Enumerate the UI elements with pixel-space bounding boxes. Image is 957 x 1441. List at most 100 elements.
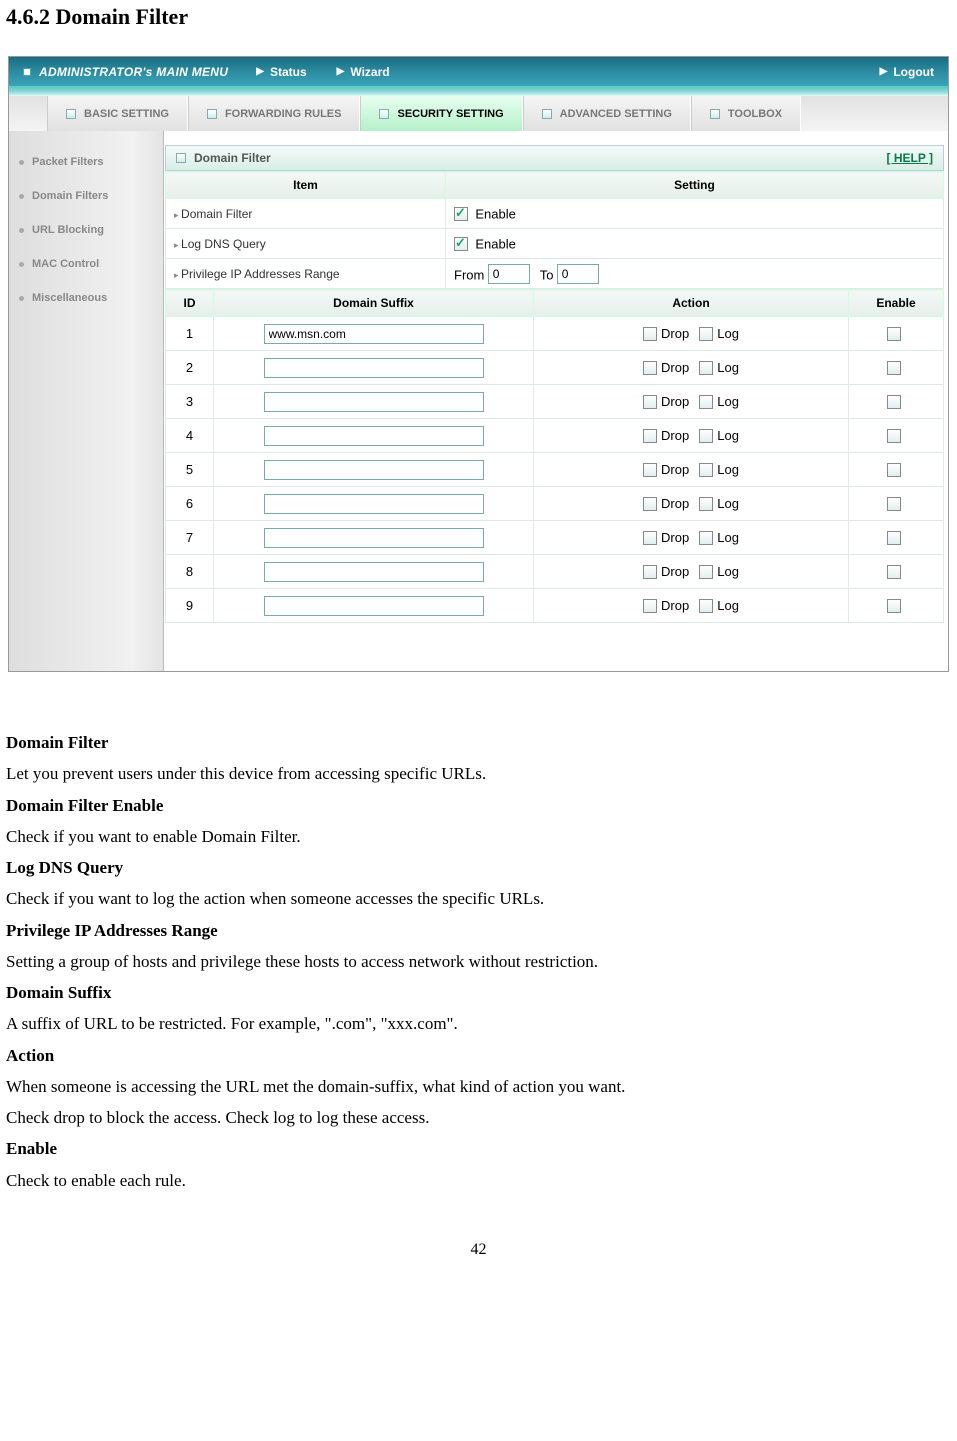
col-setting-header: Setting: [446, 172, 944, 199]
rule-enable-checkbox[interactable]: [887, 327, 901, 341]
tab-bullet-icon: [710, 109, 720, 119]
drop-label: Drop: [661, 327, 689, 342]
help-link[interactable]: [ HELP ]: [887, 151, 933, 165]
rule-enable-checkbox[interactable]: [887, 531, 901, 545]
tab-bullet-icon: [66, 109, 76, 119]
rule-id: 3: [166, 385, 214, 419]
doc-term: Domain Filter Enable: [6, 795, 949, 816]
log-dns-enable-checkbox[interactable]: [454, 237, 468, 251]
rule-enable-checkbox[interactable]: [887, 429, 901, 443]
rule-id: 2: [166, 351, 214, 385]
rule-enable-checkbox[interactable]: [887, 565, 901, 579]
log-label: Log: [717, 463, 739, 478]
domain-suffix-input[interactable]: [264, 358, 484, 378]
domain-suffix-input[interactable]: [264, 426, 484, 446]
sidebar: Packet FiltersDomain FiltersURL Blocking…: [9, 131, 164, 671]
drop-label: Drop: [661, 531, 689, 546]
sidebar-item-domain-filters[interactable]: Domain Filters: [9, 179, 163, 213]
log-checkbox[interactable]: [699, 531, 713, 545]
drop-label: Drop: [661, 361, 689, 376]
rule-row: 7DropLog: [166, 521, 944, 555]
domain-suffix-input[interactable]: [264, 460, 484, 480]
gradient-divider: [9, 86, 948, 96]
rule-enable-checkbox[interactable]: [887, 599, 901, 613]
log-checkbox[interactable]: [699, 497, 713, 511]
log-checkbox[interactable]: [699, 599, 713, 613]
rule-enable-checkbox[interactable]: [887, 395, 901, 409]
col-item-header: Item: [166, 172, 446, 199]
rule-id: 5: [166, 453, 214, 487]
rule-enable-checkbox[interactable]: [887, 463, 901, 477]
tab-bullet-icon: [379, 109, 389, 119]
enable-label: Enable: [475, 206, 515, 221]
dot-icon: [19, 262, 24, 267]
dot-icon: [19, 228, 24, 233]
doc-term: Enable: [6, 1138, 949, 1159]
domain-suffix-input[interactable]: [264, 562, 484, 582]
tab-advanced-setting[interactable]: ADVANCED SETTING: [523, 96, 691, 131]
row-label-domain-filter: Domain Filter: [174, 207, 252, 221]
log-label: Log: [717, 531, 739, 546]
drop-checkbox[interactable]: [643, 327, 657, 341]
triangle-icon: ▶: [256, 66, 264, 77]
enable-label: Enable: [475, 236, 515, 251]
priv-range-to-input[interactable]: [557, 264, 599, 284]
drop-checkbox[interactable]: [643, 599, 657, 613]
domain-suffix-input[interactable]: [264, 324, 484, 344]
main-menu-label[interactable]: ADMINISTRATOR's MAIN MENU: [39, 65, 228, 79]
priv-range-from-input[interactable]: [488, 264, 530, 284]
log-checkbox[interactable]: [699, 361, 713, 375]
domain-suffix-input[interactable]: [264, 528, 484, 548]
doc-text: A suffix of URL to be restricted. For ex…: [6, 1013, 949, 1034]
tab-basic-setting[interactable]: BASIC SETTING: [47, 96, 188, 131]
doc-text: Check to enable each rule.: [6, 1170, 949, 1191]
drop-checkbox[interactable]: [643, 531, 657, 545]
sidebar-item-mac-control[interactable]: MAC Control: [9, 247, 163, 281]
drop-label: Drop: [661, 599, 689, 614]
sidebar-item-packet-filters[interactable]: Packet Filters: [9, 145, 163, 179]
rule-id: 8: [166, 555, 214, 589]
domain-suffix-input[interactable]: [264, 596, 484, 616]
nav-logout[interactable]: Logout: [893, 65, 934, 79]
rule-enable-checkbox[interactable]: [887, 497, 901, 511]
drop-checkbox[interactable]: [643, 463, 657, 477]
sidebar-item-url-blocking[interactable]: URL Blocking: [9, 213, 163, 247]
drop-checkbox[interactable]: [643, 565, 657, 579]
domain-suffix-input[interactable]: [264, 494, 484, 514]
log-label: Log: [717, 429, 739, 444]
dot-icon: [19, 296, 24, 301]
rule-row: 2 Drop Log: [166, 351, 944, 385]
row-label-priv-range: Privilege IP Addresses Range: [174, 267, 340, 281]
log-checkbox[interactable]: [699, 429, 713, 443]
log-checkbox[interactable]: [699, 565, 713, 579]
rule-row: 8DropLog: [166, 555, 944, 589]
tab-toolbox[interactable]: TOOLBOX: [691, 96, 801, 131]
drop-checkbox[interactable]: [643, 497, 657, 511]
domain-suffix-input[interactable]: [264, 392, 484, 412]
rule-id: 6: [166, 487, 214, 521]
sidebar-item-miscellaneous[interactable]: Miscellaneous: [9, 281, 163, 315]
tab-label: FORWARDING RULES: [225, 108, 342, 120]
log-label: Log: [717, 361, 739, 376]
doc-heading: 4.6.2 Domain Filter: [0, 0, 957, 38]
router-admin-screenshot: ADMINISTRATOR's MAIN MENU ▶ Status ▶ Wiz…: [8, 56, 949, 672]
log-checkbox[interactable]: [699, 463, 713, 477]
nav-status[interactable]: Status: [270, 65, 307, 79]
tab-security-setting[interactable]: SECURITY SETTING: [360, 96, 522, 131]
doc-text: Check if you want to enable Domain Filte…: [6, 826, 949, 847]
nav-wizard[interactable]: Wizard: [350, 65, 389, 79]
triangle-icon: ▶: [337, 66, 345, 77]
doc-text: Check if you want to log the action when…: [6, 888, 949, 909]
page-number: 42: [0, 1201, 957, 1269]
log-checkbox[interactable]: [699, 327, 713, 341]
domain-filter-enable-checkbox[interactable]: [454, 207, 468, 221]
doc-term: Action: [6, 1045, 949, 1066]
rule-enable-checkbox[interactable]: [887, 361, 901, 375]
drop-checkbox[interactable]: [643, 361, 657, 375]
rule-id: 1: [166, 317, 214, 351]
drop-checkbox[interactable]: [643, 429, 657, 443]
drop-checkbox[interactable]: [643, 395, 657, 409]
tab-forwarding-rules[interactable]: FORWARDING RULES: [188, 96, 361, 131]
log-checkbox[interactable]: [699, 395, 713, 409]
sidebar-item-label: Miscellaneous: [32, 292, 107, 304]
